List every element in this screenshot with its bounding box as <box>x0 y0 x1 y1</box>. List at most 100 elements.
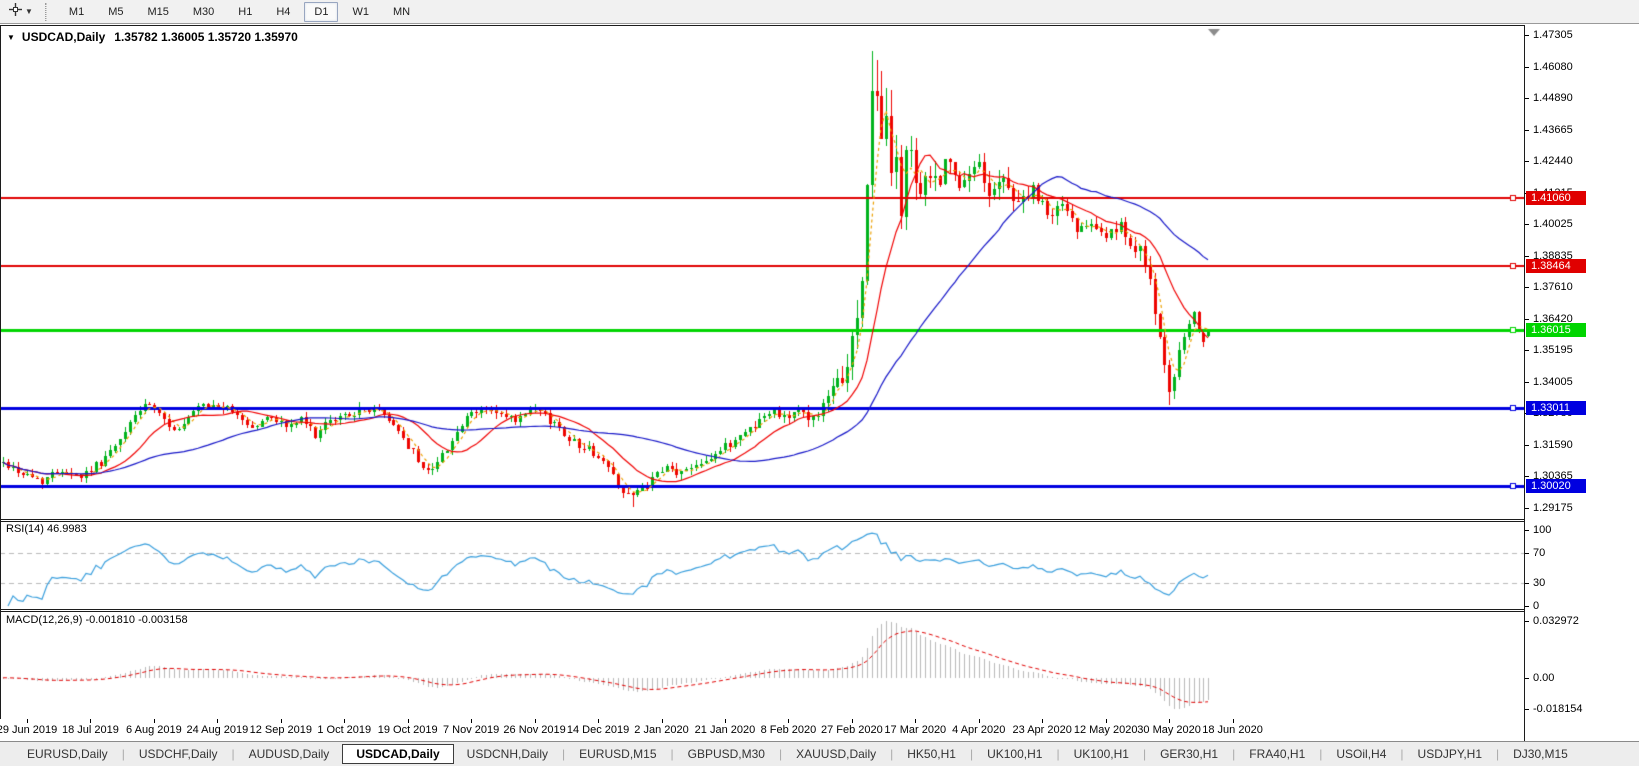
toolbar-grip[interactable] <box>44 2 47 21</box>
chart-tab-usdcnh-daily[interactable]: USDCNH,Daily <box>454 744 561 764</box>
date-label: 7 Nov 2019 <box>443 724 500 736</box>
timeframe-button-mn[interactable]: MN <box>383 2 420 22</box>
price-tick <box>1525 445 1529 446</box>
chart-tab-ger30-h1[interactable]: GER30,H1 <box>1147 744 1231 764</box>
timeframe-button-w1[interactable]: W1 <box>342 2 379 22</box>
chart-tab-audusd-daily[interactable]: AUDUSD,Daily <box>236 744 343 764</box>
date-tick <box>90 719 91 723</box>
macd-tick <box>1525 709 1529 710</box>
chart-ohlc-values: 1.35782 1.36005 1.35720 1.35970 <box>114 30 298 44</box>
date-tick <box>598 719 599 723</box>
date-tick <box>1106 719 1107 723</box>
date-label: 8 Feb 2020 <box>760 724 817 736</box>
timeframe-button-m30[interactable]: M30 <box>183 2 224 22</box>
level-price-label: 1.38464 <box>1526 258 1586 273</box>
chart-tab-eurusd-daily[interactable]: EURUSD,Daily <box>14 744 121 764</box>
rsi-tick-label: 0 <box>1533 600 1540 612</box>
macd-tick-label: 0.032972 <box>1533 615 1579 627</box>
chart-tab-usdcad-daily[interactable]: USDCAD,Daily <box>342 744 454 764</box>
date-label: 18 Jun 2020 <box>1202 724 1263 736</box>
macd-label: MACD(12,26,9) -0.001810 -0.003158 <box>6 614 188 626</box>
price-tick-label: 1.46080 <box>1533 60 1573 73</box>
price-tick <box>1525 224 1529 225</box>
price-tick-label: 1.37610 <box>1533 281 1573 294</box>
date-label: 26 Nov 2019 <box>503 724 566 736</box>
price-tick <box>1525 508 1529 509</box>
price-chart-canvas[interactable] <box>0 25 1524 519</box>
timeframe-button-h1[interactable]: H1 <box>228 2 262 22</box>
date-tick <box>662 719 663 723</box>
mt4-window: ▼ M1 M5 M15 M30 H1 H4 D1 W1 MN ▼ USDCAD,Daily 1.35… <box>0 0 1639 766</box>
price-tick <box>1525 161 1529 162</box>
timeframe-button-m5[interactable]: M5 <box>98 2 133 22</box>
chart-tab-uk100-h1[interactable]: UK100,H1 <box>974 744 1055 764</box>
chart-tab-uk100-h1[interactable]: UK100,H1 <box>1061 744 1142 764</box>
date-label: 24 Aug 2019 <box>186 724 249 736</box>
date-tick <box>915 719 916 723</box>
panel-divider <box>0 25 1524 26</box>
price-tick <box>1525 476 1529 477</box>
chart-tab-fra40-h1[interactable]: FRA40,H1 <box>1236 744 1318 764</box>
date-tick <box>217 719 218 723</box>
price-tick <box>1525 98 1529 99</box>
price-tick <box>1525 130 1529 131</box>
timeframe-button-m15[interactable]: M15 <box>137 2 178 22</box>
date-tick <box>535 719 536 723</box>
macd-tick-label: 0.00 <box>1533 671 1555 684</box>
level-price-label: 1.41060 <box>1526 190 1586 205</box>
chart-tab-usdchf-daily[interactable]: USDCHF,Daily <box>126 744 231 764</box>
price-tick-label: 1.43665 <box>1533 123 1573 136</box>
chart-tab-gbpusd-m30[interactable]: GBPUSD,M30 <box>675 744 778 764</box>
chart-symbol-label: USDCAD,Daily <box>21 30 106 44</box>
date-label: 29 Jun 2019 <box>0 724 58 736</box>
chart-tab-hk50-h1[interactable]: HK50,H1 <box>894 744 969 764</box>
timeframe-button-h4[interactable]: H4 <box>266 2 300 22</box>
macd-chart-canvas[interactable] <box>0 611 1524 719</box>
price-tick <box>1525 382 1529 383</box>
chart-tab-xauusd-daily[interactable]: XAUUSD,Daily <box>783 744 889 764</box>
level-price-label: 1.36015 <box>1526 322 1586 337</box>
date-tick <box>408 719 409 723</box>
level-price-label: 1.30020 <box>1526 478 1586 493</box>
date-tick <box>1042 719 1043 723</box>
chart-tab-usoil-h4[interactable]: USOil,H4 <box>1323 744 1399 764</box>
crosshair-icon <box>8 2 23 22</box>
collapse-triangle-icon[interactable]: ▼ <box>7 33 15 42</box>
chart-tab-dj30-m15[interactable]: DJ30,M15 <box>1500 744 1581 764</box>
date-tick <box>154 719 155 723</box>
chart-tabs-bar: EURUSD,Daily | USDCHF,Daily | AUDUSD,Daily US… <box>0 741 1639 766</box>
timeframe-buttons: M1 M5 M15 M30 H1 H4 D1 W1 MN <box>57 1 422 22</box>
price-tick <box>1525 319 1529 320</box>
crosshair-tool-button[interactable]: ▼ <box>4 2 37 22</box>
chart-tab-usdjpy-h1[interactable]: USDJPY,H1 <box>1405 744 1495 764</box>
date-label: 27 Feb 2020 <box>820 724 883 736</box>
time-axis[interactable]: 29 Jun 2019 18 Jul 2019 6 Aug 2019 24 Aug 2… <box>0 719 1524 741</box>
date-label: 2 Jan 2020 <box>634 724 689 736</box>
date-label: 12 Sep 2019 <box>249 724 312 736</box>
panel-divider[interactable] <box>0 521 1524 522</box>
level-price-label: 1.33011 <box>1526 400 1586 415</box>
macd-tick-label: -0.018154 <box>1533 703 1583 715</box>
price-tick-label: 1.42440 <box>1533 155 1573 168</box>
rsi-tick-label: 30 <box>1533 577 1546 590</box>
price-tick <box>1525 35 1529 36</box>
price-tick <box>1525 256 1529 257</box>
price-tick-label: 1.31590 <box>1533 438 1573 451</box>
price-tick-label: 1.40025 <box>1533 218 1573 231</box>
date-label: 23 Apr 2020 <box>1012 724 1072 736</box>
rsi-chart-canvas[interactable] <box>0 520 1524 609</box>
price-panel: ▼ USDCAD,Daily 1.35782 1.36005 1.35720 1.3… <box>0 25 1524 519</box>
chart-tab-eurusd-m15[interactable]: EURUSD,M15 <box>566 744 669 764</box>
price-tick-label: 1.29175 <box>1533 501 1573 514</box>
date-label: 12 May 2020 <box>1073 724 1138 736</box>
date-label: 30 May 2020 <box>1137 724 1201 736</box>
timeframe-button-m1[interactable]: M1 <box>59 2 94 22</box>
panel-divider[interactable] <box>0 611 1524 612</box>
price-axis[interactable]: 1.473051.460801.448901.436651.424401.412… <box>1524 25 1639 741</box>
rsi-tick <box>1525 553 1529 554</box>
rsi-tick <box>1525 606 1529 607</box>
timeframe-button-d1[interactable]: D1 <box>304 1 339 22</box>
price-tick-label: 1.34005 <box>1533 375 1573 388</box>
macd-tick <box>1525 621 1529 622</box>
price-tick <box>1525 287 1529 288</box>
